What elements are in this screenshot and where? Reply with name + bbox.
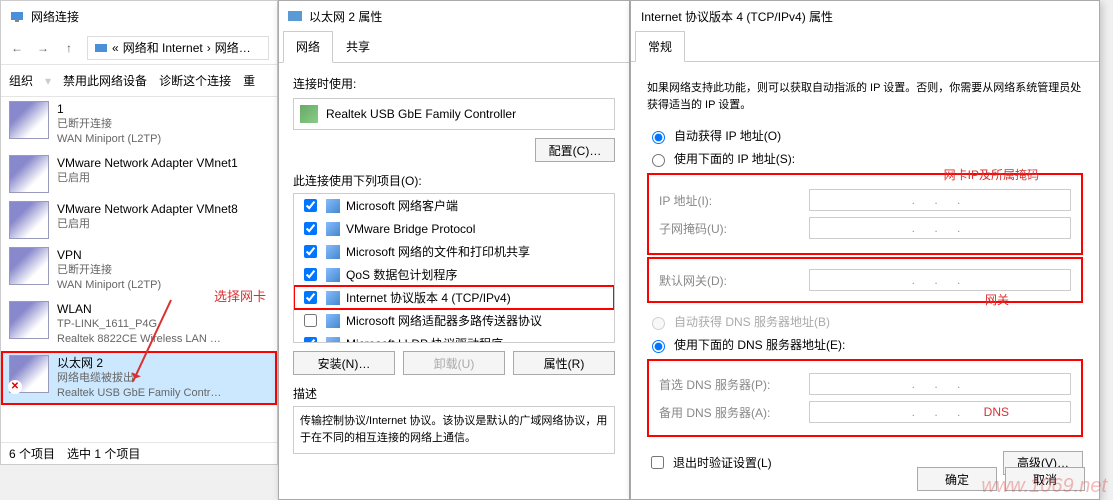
item-checkbox[interactable] bbox=[304, 337, 317, 343]
tab-network[interactable]: 网络 bbox=[283, 31, 333, 63]
adapter-icon bbox=[9, 101, 49, 139]
protocol-icon bbox=[326, 314, 340, 328]
breadcrumb[interactable]: « 网络和 Internet › 网络… bbox=[87, 36, 269, 60]
window-titlebar: Internet 协议版本 4 (TCP/IPv4) 属性 bbox=[631, 1, 1099, 31]
back-button[interactable]: ← bbox=[5, 36, 29, 60]
annotation-gateway: 网关 bbox=[985, 291, 1009, 308]
adapter-icon bbox=[9, 301, 49, 339]
annotation-ip-mask: 网卡IP及所属掩码 bbox=[944, 166, 1039, 183]
protocol-icon bbox=[326, 291, 340, 305]
connect-using-label: 连接时使用: bbox=[293, 75, 615, 92]
ip-address-label: IP 地址(I): bbox=[659, 192, 809, 209]
tab-general[interactable]: 常规 bbox=[635, 31, 685, 62]
window-title: Internet 协议版本 4 (TCP/IPv4) 属性 bbox=[641, 8, 833, 25]
diagnose-connection[interactable]: 诊断这个连接 bbox=[159, 72, 231, 89]
preferred-dns-input[interactable]: . . . bbox=[809, 373, 1071, 395]
ipv4-properties-window: Internet 协议版本 4 (TCP/IPv4) 属性 常规 如果网络支持此… bbox=[630, 0, 1100, 500]
nic-icon bbox=[300, 105, 318, 123]
description-text: 传输控制协议/Internet 协议。该协议是默认的广域网络协议，用于在不同的相… bbox=[293, 406, 615, 454]
protocol-icon bbox=[326, 245, 340, 259]
properties-button[interactable]: 属性(R) bbox=[513, 351, 615, 375]
protocol-icon bbox=[326, 337, 340, 344]
list-item[interactable]: 1已断开连接WAN Miniport (L2TP) bbox=[1, 97, 277, 151]
auto-dns-radio[interactable]: 自动获得 DNS 服务器地址(B) bbox=[647, 313, 1083, 330]
list-item[interactable]: Microsoft LLDP 协议驱动程序 bbox=[294, 332, 614, 343]
uses-items-label: 此连接使用下列项目(O): bbox=[293, 172, 615, 189]
gateway-group: 默认网关(D):. . . bbox=[647, 257, 1083, 303]
alternate-dns-input[interactable]: . . . bbox=[809, 401, 1071, 423]
dns-fields-group: 首选 DNS 服务器(P):. . . 备用 DNS 服务器(A):. . . bbox=[647, 359, 1083, 437]
info-text: 如果网络支持此功能，则可以获取自动指派的 IP 设置。否则，你需要从网络系统管理… bbox=[647, 80, 1083, 113]
item-checkbox[interactable] bbox=[304, 222, 317, 235]
network-icon bbox=[9, 8, 25, 24]
install-button[interactable]: 安装(N)… bbox=[293, 351, 395, 375]
gateway-label: 默认网关(D): bbox=[659, 272, 809, 289]
up-button[interactable]: ↑ bbox=[57, 36, 81, 60]
list-item[interactable]: Microsoft 网络客户端 bbox=[294, 194, 614, 217]
window-title: 网络连接 bbox=[31, 8, 79, 25]
list-item[interactable]: QoS 数据包计划程序 bbox=[294, 263, 614, 286]
item-checkbox[interactable] bbox=[304, 314, 317, 327]
adapter-icon bbox=[287, 8, 303, 24]
item-checkbox[interactable] bbox=[304, 268, 317, 281]
forward-button[interactable]: → bbox=[31, 36, 55, 60]
list-item[interactable]: VMware Network Adapter VMnet8已启用 bbox=[1, 197, 277, 243]
adapter-icon bbox=[9, 355, 49, 393]
gateway-input[interactable]: . . . bbox=[809, 269, 1071, 291]
adapter-box: Realtek USB GbE Family Controller bbox=[293, 98, 615, 130]
toolbar: 组织▾ 禁用此网络设备 诊断这个连接 重 bbox=[1, 65, 277, 97]
alternate-dns-label: 备用 DNS 服务器(A): bbox=[659, 404, 809, 421]
description-label: 描述 bbox=[293, 385, 615, 402]
disable-device[interactable]: 禁用此网络设备 bbox=[63, 72, 147, 89]
item-checkbox[interactable] bbox=[304, 291, 317, 304]
annotation-dns: DNS bbox=[984, 405, 1009, 419]
status-bar: 6 个项目 选中 1 个项目 bbox=[1, 442, 277, 464]
configure-button[interactable]: 配置(C)… bbox=[535, 138, 615, 162]
network-connections-window: 网络连接 ← → ↑ « 网络和 Internet › 网络… 组织▾ 禁用此网… bbox=[0, 0, 278, 465]
protocol-list[interactable]: Microsoft 网络客户端 VMware Bridge Protocol M… bbox=[293, 193, 615, 343]
manual-dns-radio[interactable]: 使用下面的 DNS 服务器地址(E): bbox=[647, 336, 1083, 353]
auto-ip-radio[interactable]: 自动获得 IP 地址(O) bbox=[647, 127, 1083, 144]
window-titlebar: 以太网 2 属性 bbox=[279, 1, 629, 31]
adapter-name: Realtek USB GbE Family Controller bbox=[326, 107, 516, 121]
item-checkbox[interactable] bbox=[304, 199, 317, 212]
network-icon bbox=[94, 41, 108, 55]
adapter-icon bbox=[9, 155, 49, 193]
adapter-icon bbox=[9, 201, 49, 239]
list-item[interactable]: Microsoft 网络的文件和打印机共享 bbox=[294, 240, 614, 263]
item-count: 6 个项目 bbox=[9, 445, 55, 462]
item-checkbox[interactable] bbox=[304, 245, 317, 258]
list-item[interactable]: Microsoft 网络适配器多路传送器协议 bbox=[294, 309, 614, 332]
ethernet-properties-window: 以太网 2 属性 网络 共享 连接时使用: Realtek USB GbE Fa… bbox=[278, 0, 630, 500]
protocol-icon bbox=[326, 199, 340, 213]
cancel-button[interactable]: 取消 bbox=[1005, 467, 1085, 491]
tab-strip: 网络 共享 bbox=[279, 31, 629, 63]
rename[interactable]: 重 bbox=[243, 72, 255, 89]
list-item[interactable]: VMware Network Adapter VMnet1已启用 bbox=[1, 151, 277, 197]
window-title: 以太网 2 属性 bbox=[309, 8, 382, 25]
annotation-select-nic: 选择网卡 bbox=[214, 286, 266, 305]
validate-checkbox[interactable]: 退出时验证设置(L) bbox=[647, 453, 772, 472]
adapter-list: 1已断开连接WAN Miniport (L2TP) VMware Network… bbox=[1, 97, 277, 405]
subnet-mask-label: 子网掩码(U): bbox=[659, 220, 809, 237]
ok-button[interactable]: 确定 bbox=[917, 467, 997, 491]
preferred-dns-label: 首选 DNS 服务器(P): bbox=[659, 376, 809, 393]
list-item-ipv4[interactable]: Internet 协议版本 4 (TCP/IPv4) bbox=[294, 286, 614, 309]
uninstall-button[interactable]: 卸载(U) bbox=[403, 351, 505, 375]
protocol-icon bbox=[326, 222, 340, 236]
selection-count: 选中 1 个项目 bbox=[67, 445, 140, 462]
ip-fields-group: IP 地址(I):. . . 子网掩码(U):. . . bbox=[647, 173, 1083, 255]
list-item[interactable]: VMware Bridge Protocol bbox=[294, 217, 614, 240]
adapter-icon bbox=[9, 247, 49, 285]
tab-strip: 常规 bbox=[631, 31, 1099, 62]
manual-ip-radio[interactable]: 使用下面的 IP 地址(S): bbox=[647, 150, 1083, 167]
organize-menu[interactable]: 组织 bbox=[9, 72, 33, 89]
window-titlebar: 网络连接 bbox=[1, 1, 277, 31]
ip-address-input[interactable]: . . . bbox=[809, 189, 1071, 211]
protocol-icon bbox=[326, 268, 340, 282]
nav-bar: ← → ↑ « 网络和 Internet › 网络… bbox=[1, 31, 277, 65]
tab-sharing[interactable]: 共享 bbox=[333, 31, 383, 62]
subnet-mask-input[interactable]: . . . bbox=[809, 217, 1071, 239]
